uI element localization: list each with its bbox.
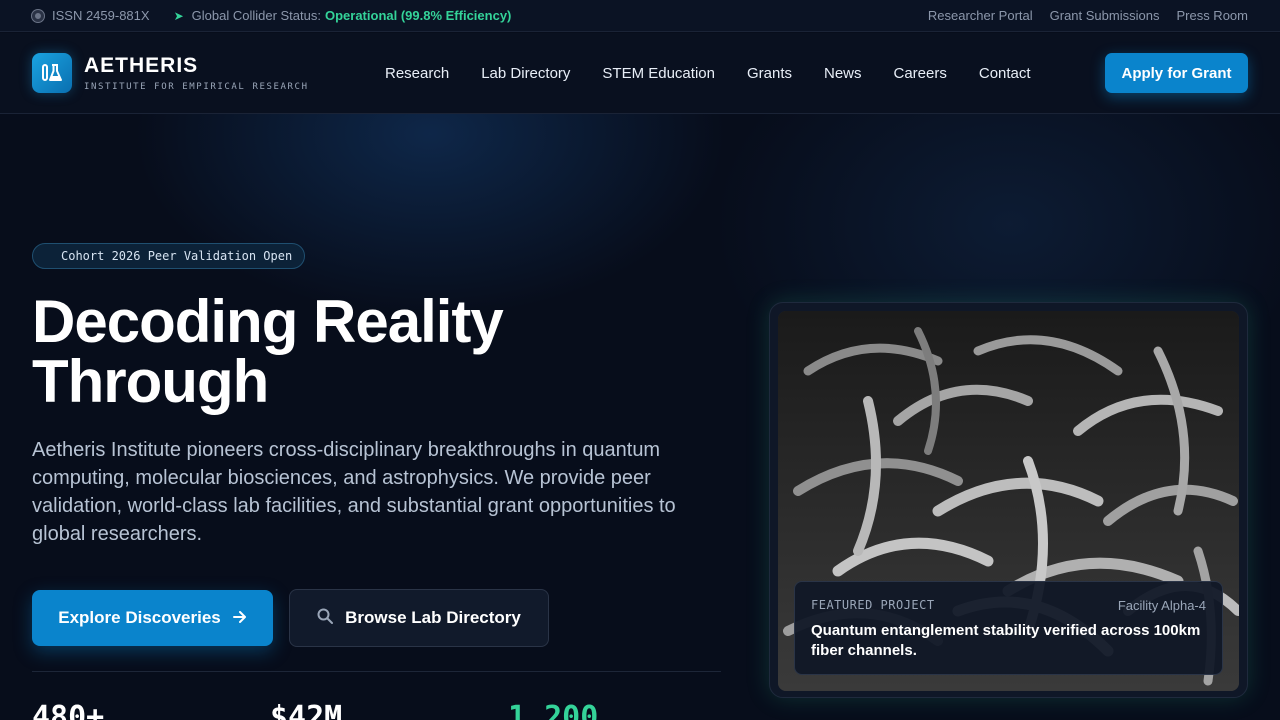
nav-contact[interactable]: Contact — [979, 65, 1031, 82]
apply-for-grant-button[interactable]: Apply for Grant — [1105, 53, 1248, 93]
facility-name: Facility Alpha-4 — [1117, 598, 1206, 613]
featured-description: Quantum entanglement stability verified … — [811, 622, 1201, 659]
featured-label: FEATURED PROJECT — [811, 598, 935, 612]
brand-name: AETHERIS — [84, 54, 199, 77]
stat-publications: 1,200 — [508, 700, 599, 720]
stat-researchers: 480+ — [32, 700, 105, 720]
caption-meta: FEATURED PROJECT Facility Alpha-4 — [811, 598, 1206, 613]
status-label: Global Collider Status: — [191, 8, 321, 23]
search-icon — [317, 608, 334, 629]
stat-funding: $42M — [270, 700, 343, 720]
researcher-portal-link[interactable]: Researcher Portal — [928, 8, 1033, 23]
hero-title-line1: Decoding Reality — [32, 288, 504, 355]
top-utility-bar: ISSN 2459-881X ➤ Global Collider Status:… — [0, 0, 1280, 32]
explore-discoveries-button[interactable]: Explore Discoveries — [32, 590, 273, 646]
nav-stem-education[interactable]: STEM Education — [602, 65, 715, 82]
cohort-badge-text: Cohort 2026 Peer Validation Open — [61, 249, 293, 263]
flask-icon — [32, 53, 72, 93]
issn-item: ISSN 2459-881X — [32, 8, 150, 23]
browse-lab-directory-button[interactable]: Browse Lab Directory — [289, 589, 549, 647]
nav-research[interactable]: Research — [385, 65, 449, 82]
brand-tagline: INSTITUTE FOR EMPIRICAL RESEARCH — [84, 82, 309, 92]
collider-status: ➤ Global Collider Status: Operational (9… — [174, 8, 512, 23]
hero-title: Decoding Reality Through — [32, 292, 732, 412]
brand-block: AETHERIS INSTITUTE FOR EMPIRICAL RESEARC… — [84, 54, 309, 92]
hero-description: Aetheris Institute pioneers cross-discip… — [32, 439, 676, 545]
nav-news[interactable]: News — [824, 65, 862, 82]
topbar-links: Researcher Portal Grant Submissions Pres… — [928, 8, 1248, 23]
site-header: AETHERIS INSTITUTE FOR EMPIRICAL RESEARC… — [0, 33, 1280, 114]
featured-project-card[interactable]: FEATURED PROJECT Facility Alpha-4 Quantu… — [769, 302, 1248, 698]
status-value: Operational (99.8% Efficiency) — [324, 8, 512, 23]
stats-divider — [32, 671, 721, 672]
topbar-left: ISSN 2459-881X ➤ Global Collider Status:… — [32, 8, 511, 23]
explore-discoveries-label: Explore Discoveries — [58, 608, 221, 627]
logo[interactable]: AETHERIS INSTITUTE FOR EMPIRICAL RESEARC… — [32, 53, 362, 93]
cohort-badge: Cohort 2026 Peer Validation Open — [32, 243, 306, 269]
grant-submissions-link[interactable]: Grant Submissions — [1050, 8, 1160, 23]
hero-section: Cohort 2026 Peer Validation Open Decodin… — [0, 114, 1280, 720]
nav-grants[interactable]: Grants — [747, 65, 792, 82]
gear-icon — [32, 9, 44, 22]
navigation-arrow-icon: ➤ — [173, 8, 184, 23]
main-nav: Research Lab Directory STEM Education Gr… — [385, 65, 1031, 82]
featured-project-image: FEATURED PROJECT Facility Alpha-4 Quantu… — [778, 311, 1239, 691]
browse-lab-directory-label: Browse Lab Directory — [345, 608, 521, 627]
issn-text: ISSN 2459-881X — [52, 8, 150, 23]
hero-title-line2: Through — [32, 348, 269, 415]
nav-lab-directory[interactable]: Lab Directory — [481, 65, 570, 82]
nav-careers[interactable]: Careers — [894, 65, 947, 82]
featured-project-caption: FEATURED PROJECT Facility Alpha-4 Quantu… — [794, 581, 1223, 675]
arrow-right-icon — [232, 608, 247, 628]
press-room-link[interactable]: Press Room — [1176, 8, 1248, 23]
